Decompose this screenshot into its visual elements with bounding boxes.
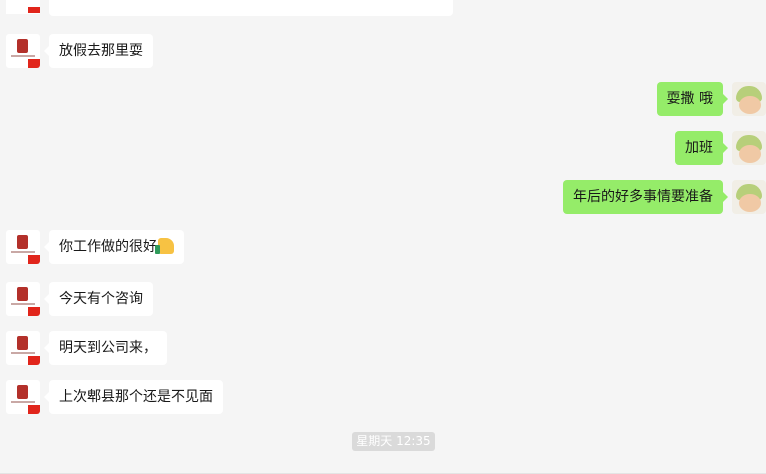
- message-bubble[interactable]: 上次郫县那个还是不见面: [44, 380, 223, 414]
- contact-avatar[interactable]: [6, 331, 40, 365]
- timestamp-badge: 星期天 12:35: [352, 432, 435, 451]
- my-avatar[interactable]: [732, 82, 766, 116]
- chat-history[interactable]: 放假去那里耍 耍撒 哦 加班 年后的好多事情要准备 你工作做的很好 今天有个咨询…: [0, 0, 766, 474]
- flag-icon: [28, 255, 40, 264]
- my-avatar[interactable]: [732, 131, 766, 165]
- message-bubble[interactable]: 放假去那里耍: [44, 34, 153, 68]
- contact-avatar[interactable]: [6, 34, 40, 68]
- thumbs-up-icon: [155, 238, 174, 254]
- message-row: 你工作做的很好: [6, 230, 184, 264]
- message-row: 年后的好多事情要准备: [563, 180, 766, 214]
- my-avatar[interactable]: [732, 180, 766, 214]
- contact-avatar[interactable]: [6, 0, 40, 14]
- message-bubble[interactable]: 年后的好多事情要准备: [563, 180, 728, 214]
- contact-avatar[interactable]: [6, 282, 40, 316]
- message-bubble[interactable]: 加班: [675, 131, 728, 165]
- message-row: 上次郫县那个还是不见面: [6, 380, 223, 414]
- contact-avatar[interactable]: [6, 230, 40, 264]
- message-bubble[interactable]: 今天有个咨询: [44, 282, 153, 316]
- message-row: 耍撒 哦: [656, 82, 766, 116]
- message-row: 明天到公司来，: [6, 331, 167, 365]
- flag-icon: [28, 7, 40, 13]
- message-row: 加班: [675, 131, 766, 165]
- message-row: 放假去那里耍: [6, 34, 153, 68]
- flag-icon: [28, 405, 40, 414]
- message-bubble[interactable]: 明天到公司来，: [44, 331, 167, 365]
- message-bubble[interactable]: 耍撒 哦: [656, 82, 729, 116]
- flag-icon: [28, 59, 40, 68]
- message-bubble[interactable]: 你工作做的很好: [44, 230, 184, 264]
- message-text: 你工作做的很好: [59, 239, 157, 255]
- flag-icon: [28, 356, 40, 365]
- message-row: 今天有个咨询: [6, 282, 153, 316]
- message-bubble-partial[interactable]: [49, 0, 453, 16]
- flag-icon: [28, 307, 40, 316]
- contact-avatar[interactable]: [6, 380, 40, 414]
